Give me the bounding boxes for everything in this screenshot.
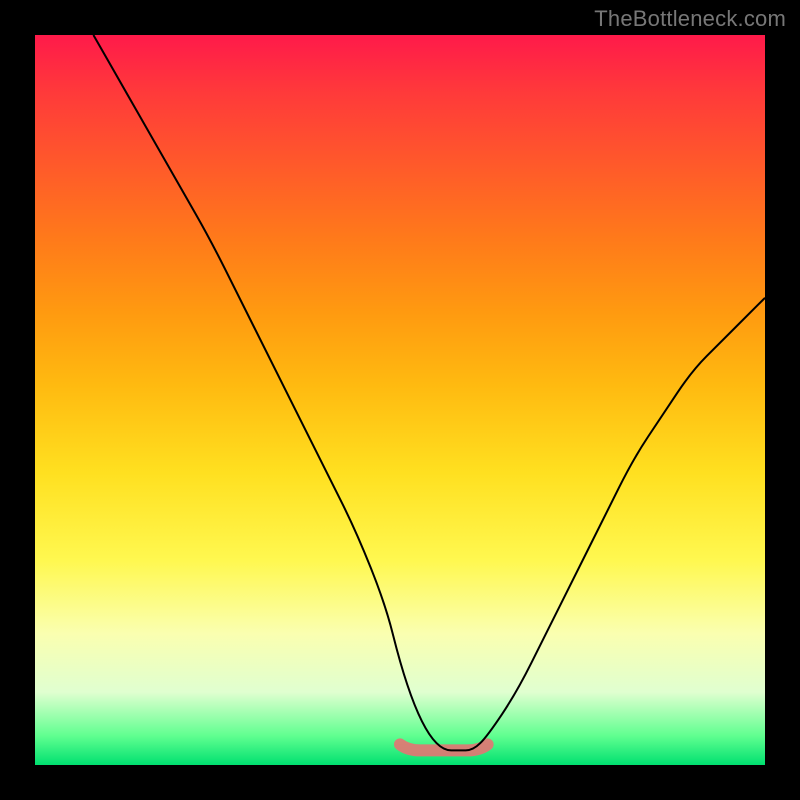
chart-frame: TheBottleneck.com bbox=[0, 0, 800, 800]
bottleneck-curve bbox=[93, 35, 765, 750]
curve-svg bbox=[35, 35, 765, 765]
plot-area bbox=[35, 35, 765, 765]
watermark-text: TheBottleneck.com bbox=[594, 6, 786, 32]
